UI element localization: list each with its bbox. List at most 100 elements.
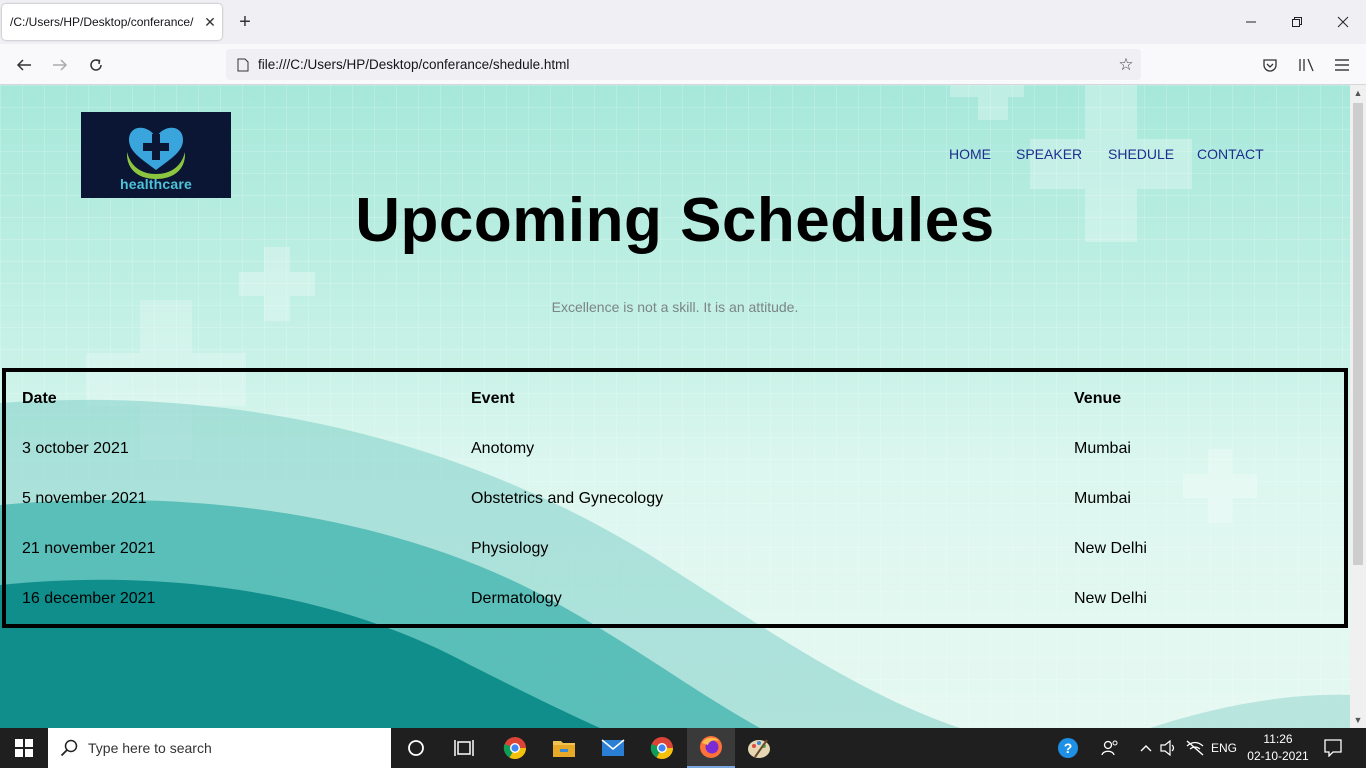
clock-date: 02-10-2021 xyxy=(1247,749,1309,763)
arrow-right-icon xyxy=(53,59,68,71)
header-event: Event xyxy=(471,390,515,407)
nav-speaker-link[interactable]: SPEAKER xyxy=(1016,146,1082,162)
chrome-icon xyxy=(503,737,526,759)
url-text[interactable]: file:///C:/Users/HP/Desktop/conferance/s… xyxy=(258,57,1111,72)
task-view-icon xyxy=(454,740,474,756)
paint-palette-icon xyxy=(748,739,770,758)
library-icon xyxy=(1299,58,1314,72)
help-question-icon: ? xyxy=(1058,738,1078,758)
table-row: 3 october 2021 Anotomy Mumbai xyxy=(6,440,1344,464)
chevron-up-icon xyxy=(1140,745,1152,752)
taskbar-search-box[interactable]: Type here to search xyxy=(48,728,391,768)
cortana-button[interactable] xyxy=(396,728,436,768)
table-row: 16 december 2021 Dermatology New Delhi xyxy=(6,590,1344,614)
taskbar-chrome-app-2[interactable] xyxy=(641,728,683,768)
reload-button[interactable] xyxy=(81,50,111,80)
browser-toolbar: file:///C:/Users/HP/Desktop/conferance/s… xyxy=(0,44,1366,85)
table-row: 21 november 2021 Physiology New Delhi xyxy=(6,540,1344,564)
notification-center-button[interactable] xyxy=(1318,728,1348,768)
tab-close-icon[interactable]: ✕ xyxy=(198,14,222,31)
scroll-down-icon[interactable]: ▼ xyxy=(1350,712,1366,728)
library-button[interactable] xyxy=(1291,50,1321,80)
cell-event: Obstetrics and Gynecology xyxy=(471,490,664,507)
menu-button[interactable] xyxy=(1327,50,1357,80)
back-button[interactable] xyxy=(9,50,39,80)
nav-schedule-link[interactable]: SHEDULE xyxy=(1108,146,1174,162)
taskbar-chrome-app[interactable] xyxy=(494,728,536,768)
cell-event: Dermatology xyxy=(471,590,562,607)
minimize-icon xyxy=(1246,21,1256,23)
restore-button[interactable] xyxy=(1274,0,1320,44)
taskbar-firefox-app[interactable] xyxy=(687,728,735,768)
cell-date: 21 november 2021 xyxy=(22,540,156,557)
clock-time: 11:26 xyxy=(1263,732,1293,746)
cell-date: 16 december 2021 xyxy=(22,590,156,607)
search-icon xyxy=(60,739,78,757)
nav-home-link[interactable]: HOME xyxy=(949,146,991,162)
browser-tab-bar: /C:/Users/HP/Desktop/conferance/ ✕ + xyxy=(0,0,1366,44)
taskbar-mail-app[interactable] xyxy=(592,728,634,768)
taskbar-file-explorer[interactable] xyxy=(543,728,585,768)
tab-title: /C:/Users/HP/Desktop/conferance/ xyxy=(10,15,194,29)
new-tab-button[interactable]: + xyxy=(232,8,258,36)
browser-tab[interactable]: /C:/Users/HP/Desktop/conferance/ ✕ xyxy=(2,4,222,40)
header-date: Date xyxy=(22,390,57,407)
header-venue: Venue xyxy=(1074,390,1122,407)
cell-venue: Mumbai xyxy=(1074,440,1131,457)
close-window-button[interactable] xyxy=(1320,0,1366,44)
schedule-table: Date Event Venue 3 october 2021 Anotomy … xyxy=(2,368,1348,628)
firefox-icon xyxy=(700,736,722,758)
bookmark-star-icon[interactable]: ☆ xyxy=(1111,55,1141,75)
pocket-icon xyxy=(1263,59,1277,72)
svg-text:?: ? xyxy=(1064,740,1073,756)
arrow-left-icon xyxy=(16,59,31,71)
cell-date: 5 november 2021 xyxy=(22,490,147,507)
notification-icon xyxy=(1324,739,1342,757)
help-tray-button[interactable]: ? xyxy=(1052,728,1084,768)
site-nav: HOME SPEAKER SHEDULE CONTACT xyxy=(0,146,1350,166)
volume-tray-button[interactable] xyxy=(1158,728,1180,768)
people-icon xyxy=(1101,740,1118,756)
people-tray-button[interactable] xyxy=(1096,728,1124,768)
cell-venue: New Delhi xyxy=(1074,540,1147,557)
windows-taskbar: Type here to search ? ENG 11:26 02-10-20… xyxy=(0,728,1366,768)
page-tagline: Excellence is not a skill. It is an atti… xyxy=(551,299,799,315)
folder-icon xyxy=(553,741,575,757)
forward-button[interactable] xyxy=(45,50,75,80)
cell-venue: New Delhi xyxy=(1074,590,1147,607)
minimize-button[interactable] xyxy=(1228,0,1274,44)
page-viewport: healthcare HOME SPEAKER SHEDULE CONTACT … xyxy=(0,85,1350,728)
language-text: ENG xyxy=(1210,741,1237,755)
speaker-icon xyxy=(1160,740,1175,756)
network-tray-button[interactable] xyxy=(1183,728,1207,768)
table-row: 5 november 2021 Obstetrics and Gynecolog… xyxy=(6,490,1344,514)
start-button[interactable] xyxy=(0,728,48,768)
taskbar-clock[interactable]: 11:26 02-10-2021 xyxy=(1240,731,1316,765)
page-icon xyxy=(228,58,258,72)
cell-event: Anotomy xyxy=(471,440,535,457)
task-view-button[interactable] xyxy=(444,728,484,768)
search-placeholder: Type here to search xyxy=(88,740,212,756)
scroll-up-icon[interactable]: ▲ xyxy=(1350,85,1366,101)
page-scrollbar[interactable]: ▲ ▼ xyxy=(1350,85,1366,728)
address-bar[interactable]: file:///C:/Users/HP/Desktop/conferance/s… xyxy=(226,49,1141,80)
reload-icon xyxy=(90,59,102,71)
cell-venue: Mumbai xyxy=(1074,490,1131,507)
language-indicator[interactable]: ENG xyxy=(1208,728,1240,768)
scrollbar-thumb[interactable] xyxy=(1353,103,1363,565)
cell-event: Physiology xyxy=(471,540,549,557)
mail-icon xyxy=(601,739,625,756)
hamburger-icon xyxy=(1335,59,1349,71)
restore-icon xyxy=(1292,17,1302,27)
nav-contact-link[interactable]: CONTACT xyxy=(1197,146,1264,162)
show-hidden-icons-button[interactable] xyxy=(1136,728,1156,768)
table-header-row: Date Event Venue xyxy=(6,390,1344,414)
windows-logo-icon xyxy=(15,739,33,757)
cell-date: 3 october 2021 xyxy=(22,440,129,457)
pocket-button[interactable] xyxy=(1255,50,1285,80)
cortana-circle-icon xyxy=(408,740,424,756)
close-icon xyxy=(1337,16,1349,28)
taskbar-paint-app[interactable] xyxy=(738,728,780,768)
page-title: Upcoming Schedules xyxy=(355,186,995,255)
network-disconnected-icon xyxy=(1186,740,1204,756)
